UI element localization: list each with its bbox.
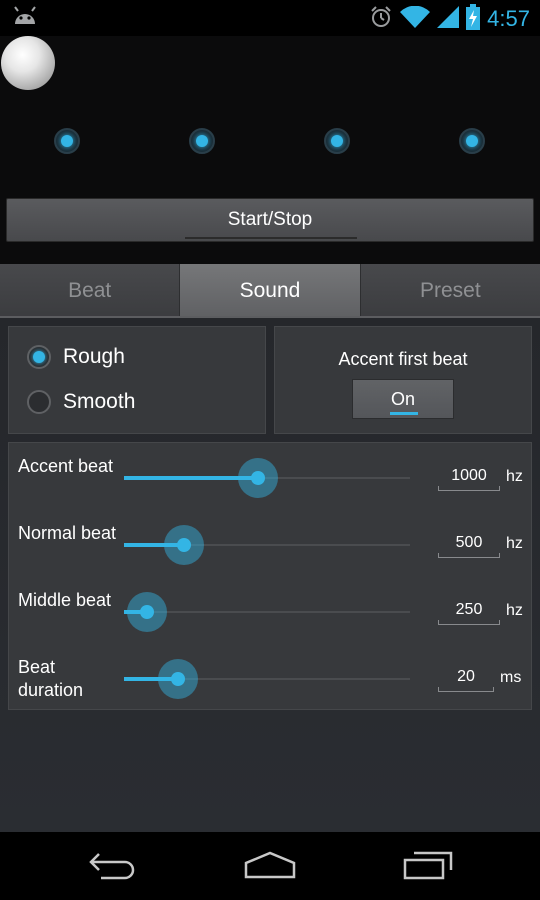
slider-label-duration: Beat duration (18, 657, 84, 700)
slider-label-middle: Middle beat (18, 590, 112, 610)
beat-indicator-2 (189, 128, 215, 154)
button-underline (185, 237, 357, 239)
accent-value-field[interactable]: 1000 (438, 467, 500, 491)
middle-slider-thumb[interactable] (127, 592, 167, 632)
start-stop-label: Start/Stop (227, 209, 313, 230)
clock: 4:57 (487, 6, 530, 31)
duration-slider-thumb[interactable] (158, 659, 198, 699)
normal-slider-thumb[interactable] (164, 525, 204, 565)
radio-rough-label: Rough (63, 345, 125, 368)
radio-rough[interactable]: Rough (27, 345, 125, 369)
radio-smooth-label: Smooth (63, 390, 136, 413)
back-icon (87, 850, 137, 884)
accent-toggle-button[interactable]: On (352, 379, 454, 419)
radio-rough-button[interactable] (27, 345, 51, 369)
duration-value-field[interactable]: 20 (438, 668, 494, 692)
recents-icon (402, 850, 454, 884)
slider-row-accent: Accent beat 1000 hz (9, 443, 531, 509)
battery-charging-icon (466, 4, 481, 34)
normal-unit: hz (506, 535, 523, 552)
beat-indicator-4 (459, 128, 485, 154)
accent-toggle-label: On (390, 388, 415, 409)
tab-beat[interactable]: Beat (0, 264, 181, 318)
middle-unit: hz (506, 602, 523, 619)
accent-slider-thumb[interactable] (238, 458, 278, 498)
sound-type-panel: Rough Smooth (8, 326, 266, 434)
back-button[interactable] (82, 849, 142, 885)
start-stop-button[interactable]: Start/Stop (6, 198, 534, 242)
slider-label-normal: Normal beat (18, 523, 117, 543)
toggle-indicator (390, 412, 418, 415)
tab-sound[interactable]: Sound (180, 264, 361, 318)
beat-indicator-3 (324, 128, 350, 154)
slider-row-middle: Middle beat 250 hz (9, 577, 531, 643)
home-button[interactable] (240, 849, 300, 885)
accent-unit: hz (506, 468, 523, 485)
home-icon (243, 850, 297, 884)
recents-button[interactable] (398, 849, 458, 885)
beat-indicator-1 (54, 128, 80, 154)
slider-row-normal: Normal beat 500 hz (9, 510, 531, 576)
middle-value-field[interactable]: 250 (438, 601, 500, 625)
signal-icon (437, 6, 460, 32)
tab-preset[interactable]: Preset (360, 264, 540, 318)
duration-unit: ms (500, 669, 522, 686)
wifi-icon (400, 5, 431, 32)
android-icon (12, 6, 38, 30)
sliders-panel: Accent beat 1000 hz Normal beat 500 hz M… (8, 442, 532, 710)
alarm-icon (369, 5, 393, 33)
accent-panel: Accent first beat On (274, 326, 532, 434)
slider-row-duration: Beat duration 20 ms (9, 644, 531, 710)
metronome-area: Start/Stop (0, 36, 540, 264)
metronome-ball (1, 36, 55, 90)
navigation-bar (0, 832, 540, 900)
normal-value-field[interactable]: 500 (438, 534, 500, 558)
radio-smooth[interactable]: Smooth (27, 390, 135, 414)
status-bar: 4:57 (0, 0, 540, 36)
radio-smooth-button[interactable] (27, 390, 51, 414)
sound-settings: Rough Smooth Accent first beat On Accent… (0, 318, 540, 832)
slider-label-accent: Accent beat (18, 456, 114, 476)
accent-title: Accent first beat (338, 349, 468, 369)
tab-bar: Beat Sound Preset (0, 264, 540, 318)
